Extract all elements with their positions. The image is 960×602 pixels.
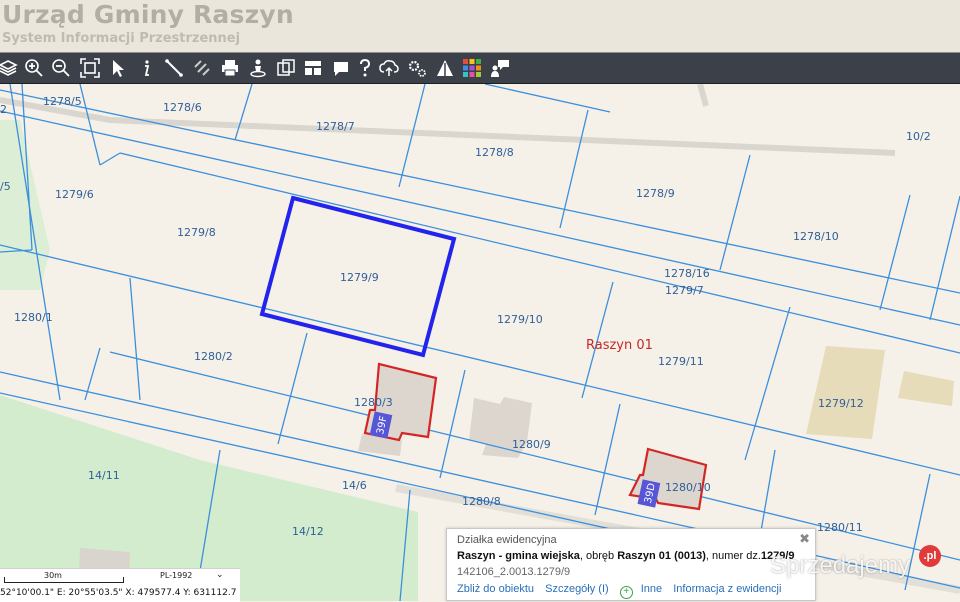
map-toolbar — [0, 52, 960, 84]
parcel-label: 10/2 — [906, 130, 931, 143]
parcel-label: 1279/8 — [177, 226, 216, 239]
parcel-label: 1279/7 — [665, 284, 704, 297]
app-header: Urząd Gminy Raszyn System Informacji Prz… — [0, 0, 960, 52]
parcel-label: 2 — [0, 103, 7, 116]
register-info-link[interactable]: Informacja z ewidencji — [673, 583, 781, 595]
parcel-label: 1278/6 — [163, 101, 202, 114]
parcel-label: 1280/10 — [665, 481, 711, 494]
parcel-label: 1279/9 — [340, 271, 379, 284]
map-canvas[interactable]: 39F 39D 1278/5 1278/6 2 1278/7 1278/8 12… — [0, 84, 960, 601]
parcel-label: 1279/12 — [818, 397, 864, 410]
help-icon[interactable] — [353, 56, 377, 80]
close-icon[interactable]: ✖ — [799, 532, 810, 547]
measure-icon[interactable] — [162, 56, 186, 80]
parcel-label: 1280/9 — [512, 438, 551, 451]
parcel-label: 14/6 — [342, 479, 367, 492]
parcel-label: 1279/6 — [55, 188, 94, 201]
precinct-prefix: , obręb — [579, 550, 618, 562]
parcel-label: 1280/3 — [354, 396, 393, 409]
chat-person-icon[interactable] — [488, 56, 512, 80]
zoom-extent-icon[interactable] — [78, 56, 102, 80]
map-sign-icon[interactable] — [433, 56, 457, 80]
building-footprint — [898, 371, 954, 406]
copy-icon[interactable] — [274, 56, 298, 80]
parcel-label: 1278/9 — [636, 187, 675, 200]
precinct-name: Raszyn 01 (0013) — [617, 550, 706, 562]
parcel-label: 1278/8 — [475, 146, 514, 159]
info-icon[interactable] — [134, 56, 158, 80]
zoom-to-object-link[interactable]: Zbliż do obiektu — [457, 583, 534, 595]
parcel-info-popup: Działka ewidencyjna ✖ Raszyn - gmina wie… — [446, 528, 816, 601]
zoom-out-icon[interactable] — [49, 56, 73, 80]
details-link[interactable]: Szczegóły (I) — [545, 583, 609, 595]
scale-label: 30m — [44, 571, 62, 580]
popup-heading: Działka ewidencyjna — [457, 534, 557, 546]
parcel-label: 1278/7 — [316, 120, 355, 133]
parcel-label: 1278/5 — [43, 95, 82, 108]
print-icon[interactable] — [218, 56, 242, 80]
layers-icon[interactable] — [0, 56, 20, 80]
app-subtitle: System Informacji Przestrzennej — [2, 31, 241, 46]
app-title: Urząd Gminy Raszyn — [2, 0, 294, 29]
coordinate-readout: 52°10'00.1" E: 20°55'03.5" X: 479577.4 Y… — [0, 588, 237, 598]
zoom-in-icon[interactable] — [22, 56, 46, 80]
popup-description: Raszyn - gmina wiejska, obręb Raszyn 01 … — [457, 550, 795, 562]
parcel-label: 14/11 — [88, 469, 120, 482]
link-icon[interactable] — [190, 56, 214, 80]
parcel-id: 142106_2.0013.1279/9 — [457, 566, 571, 578]
parcel-label: 1280/2 — [194, 350, 233, 363]
scale-line — [4, 577, 124, 583]
parcel-label: 1280/11 — [817, 521, 863, 534]
number-prefix: , numer dz. — [705, 550, 761, 562]
settings-icon[interactable] — [405, 56, 429, 80]
comment-icon[interactable] — [329, 56, 353, 80]
parcel-label: 1280/8 — [462, 495, 501, 508]
green-area — [0, 120, 50, 290]
building-footprint — [806, 346, 885, 439]
parcel-label: 14/12 — [292, 525, 324, 538]
parcel-label: 1279/11 — [658, 355, 704, 368]
road-line — [697, 84, 709, 107]
parcel-label: 1278/16 — [664, 267, 710, 280]
locate-person-icon[interactable] — [246, 56, 270, 80]
cloud-upload-icon[interactable] — [377, 56, 401, 80]
parcel-label: 1278/10 — [793, 230, 839, 243]
region-label: Raszyn 01 — [586, 338, 653, 353]
parcel-label: /5 — [0, 180, 11, 193]
municipality-name: Raszyn - gmina wiejska — [457, 550, 580, 562]
popup-links: Zbliż do obiektu Szczegóły (I) + Inne Inf… — [457, 583, 789, 599]
color-palette-icon[interactable] — [460, 56, 484, 80]
plus-icon[interactable]: + — [619, 586, 633, 599]
crs-select[interactable]: PL-1992 — [160, 571, 192, 580]
layout-icon[interactable] — [301, 56, 325, 80]
road-line — [0, 97, 896, 156]
parcel-label: 1279/10 — [497, 313, 543, 326]
select-arrow-icon[interactable] — [106, 56, 130, 80]
watermark-badge: .pl — [919, 545, 941, 567]
other-link[interactable]: Inne — [641, 583, 662, 595]
parcel-label: 1280/1 — [14, 311, 53, 324]
scale-bar: 30m PL-1992 ⌄ 52°10'00.1" E: 20°55'03.5"… — [0, 568, 240, 602]
watermark-text: Sprzedajemy — [770, 552, 911, 579]
chevron-down-icon[interactable]: ⌄ — [216, 570, 224, 580]
